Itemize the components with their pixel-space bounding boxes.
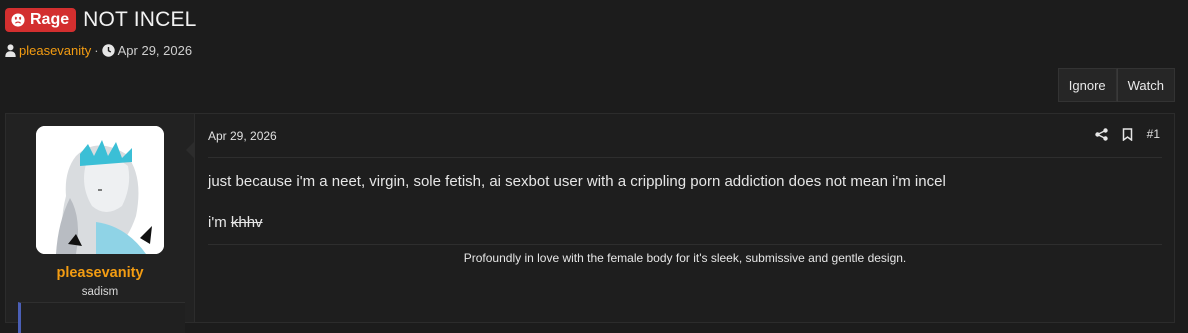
post-number-link[interactable]: #1: [1147, 127, 1160, 141]
post-1: pleasevanity sadism Apr 29, 2026 #1 just…: [5, 113, 1175, 333]
thread-header: Rage NOT INCEL pleasevanity · Apr 29, 20…: [5, 7, 197, 58]
thread-author-link[interactable]: pleasevanity: [19, 43, 91, 58]
post-date-link[interactable]: Apr 29, 2026: [208, 129, 277, 143]
user-icon: [5, 44, 16, 57]
share-icon[interactable]: [1094, 127, 1108, 141]
thread-title: NOT INCEL: [83, 8, 197, 31]
message-header: Apr 29, 2026 #1: [208, 127, 1162, 158]
message-actions: #1: [1094, 127, 1160, 141]
bookmark-icon[interactable]: [1122, 127, 1133, 141]
post-user-title: sadism: [81, 286, 119, 298]
post-body-line-2: i'm khhv: [208, 214, 263, 231]
meta-separator: ·: [94, 43, 99, 58]
message-arrow: [186, 142, 194, 158]
post-body-line-1: just because i'm a neet, virgin, sole fe…: [208, 173, 946, 190]
signature: Profoundly in love with the female body …: [208, 244, 1162, 265]
user-extras: [18, 302, 185, 333]
angry-face-icon: [11, 13, 25, 27]
ignore-button[interactable]: Ignore: [1057, 68, 1117, 102]
watch-button[interactable]: Watch: [1116, 68, 1175, 102]
prefix-badge[interactable]: Rage: [5, 8, 77, 32]
thread-date-link[interactable]: Apr 29, 2026: [118, 43, 192, 58]
post-username[interactable]: pleasevanity: [6, 265, 194, 281]
strikethrough-text: khhv: [230, 214, 263, 231]
thread-meta: pleasevanity · Apr 29, 2026: [5, 43, 197, 58]
post-user-cell: pleasevanity sadism: [6, 114, 195, 333]
avatar[interactable]: [36, 126, 164, 254]
post-body-text: i'm: [208, 214, 231, 231]
clock-icon: [101, 44, 115, 57]
thread-actions: Ignore Watch: [1057, 68, 1175, 102]
thread-title-row: Rage NOT INCEL: [5, 7, 197, 33]
avatar-image: [36, 126, 164, 254]
prefix-label: Rage: [30, 11, 70, 28]
